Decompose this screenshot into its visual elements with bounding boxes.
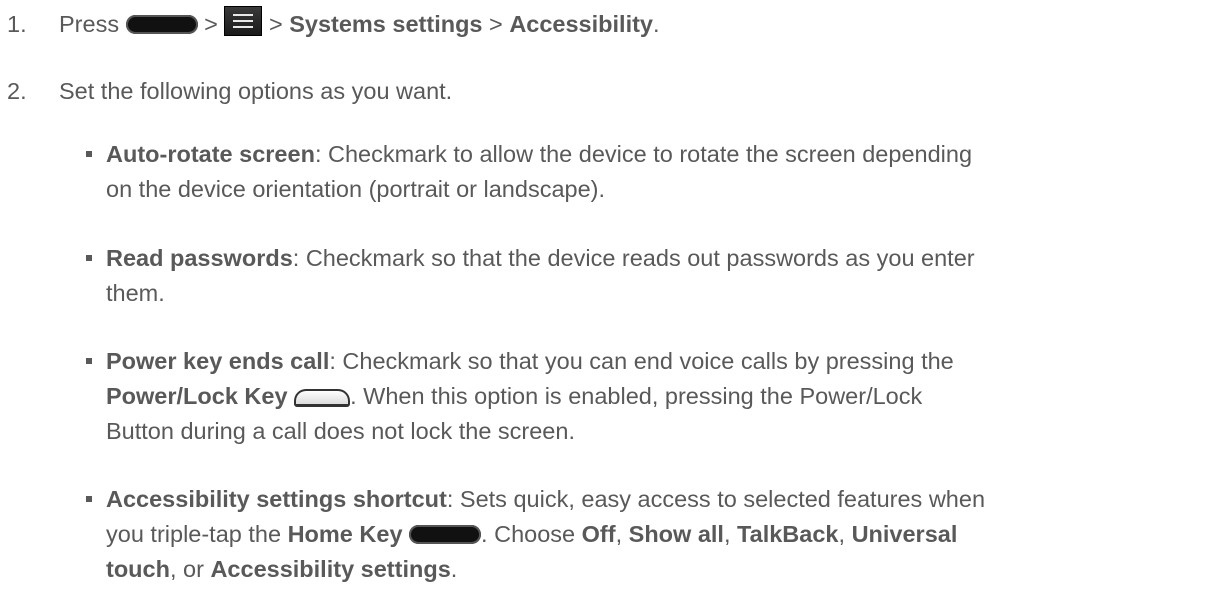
menu-key-icon	[224, 6, 263, 36]
home-key-icon	[409, 525, 482, 544]
separator: >	[489, 11, 503, 37]
choice-touch: touch	[106, 556, 170, 582]
option-text: . When this option is enabled, pressing …	[350, 383, 923, 409]
choice-show-all: Show all	[628, 521, 724, 547]
option-text: . Choose	[481, 521, 582, 547]
choice-off: Off	[581, 521, 616, 547]
power-lock-key-label: Power/Lock Key	[106, 383, 288, 409]
period: .	[653, 11, 660, 37]
step-1: 1. Press > > Systems settings > Accessibi…	[7, 6, 1194, 42]
bullet-marker	[86, 255, 92, 261]
separator: >	[268, 11, 283, 37]
option-title: Accessibility settings shortcut	[106, 486, 447, 512]
choice-universal: Universal	[851, 521, 958, 547]
option-power-key-ends-call: Power key ends call: Checkmark so that y…	[59, 344, 1194, 449]
period: .	[450, 556, 458, 582]
separator: >	[204, 11, 218, 37]
option-text: : Checkmark so that the device reads out…	[292, 245, 975, 271]
option-title: Auto-rotate screen	[106, 141, 315, 167]
step-number: 2.	[7, 78, 27, 104]
comma: ,	[838, 521, 852, 547]
comma: ,	[723, 521, 738, 547]
bullet-marker	[86, 151, 92, 157]
comma: ,	[615, 521, 629, 547]
option-text: : Checkmark to allow the device to rotat…	[314, 141, 973, 167]
option-text: them.	[106, 280, 165, 306]
option-text: on the device orientation (portrait or l…	[106, 176, 606, 202]
option-auto-rotate: Auto-rotate screen: Checkmark to allow t…	[59, 137, 1194, 207]
home-key-icon	[125, 15, 198, 34]
power-lock-key-icon	[294, 389, 351, 407]
option-text: Button during a call does not lock the s…	[106, 418, 575, 444]
press-text: Press	[59, 11, 120, 37]
bullet-marker	[86, 496, 92, 502]
home-key-label: Home Key	[287, 521, 403, 547]
option-title: Power key ends call	[106, 348, 330, 374]
accessibility-label: Accessibility	[509, 11, 653, 37]
step-2: 2. Set the following options as you want.	[7, 74, 1194, 109]
option-text: : Checkmark so that you can end voice ca…	[329, 348, 954, 374]
option-title: Read passwords	[106, 245, 293, 271]
bullet-marker	[86, 358, 92, 364]
option-text: : Sets quick, easy access to selected fe…	[446, 486, 986, 512]
option-read-passwords: Read passwords: Checkmark so that the de…	[59, 241, 1194, 311]
systems-settings-label: Systems settings	[289, 11, 483, 37]
option-accessibility-shortcut: Accessibility settings shortcut: Sets qu…	[59, 482, 1194, 587]
choice-accessibility-settings: Accessibility settings	[210, 556, 451, 582]
step-number: 1.	[7, 11, 27, 37]
choice-talkback: TalkBack	[737, 521, 839, 547]
step-text: Set the following options as you want.	[59, 78, 453, 104]
option-text: , or	[169, 556, 211, 582]
option-text: you triple-tap the	[106, 521, 288, 547]
